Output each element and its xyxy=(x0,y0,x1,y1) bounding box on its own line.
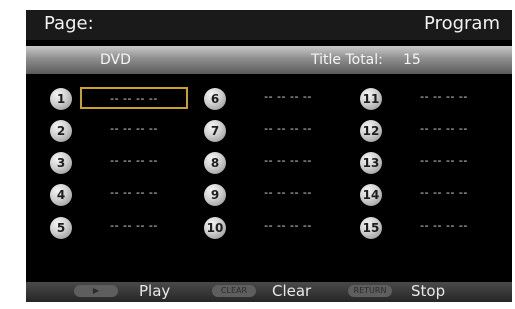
program-slot[interactable]: 11 -- -- -- -- xyxy=(360,87,510,111)
program-slot[interactable]: 2 -- -- -- -- xyxy=(50,119,200,143)
program-slot[interactable]: 1 -- -- -- -- xyxy=(50,87,200,111)
program-slot-grid: 1 -- -- -- -- 2 -- -- -- -- 3 -- -- -- -- 4 -- … xyxy=(26,10,512,302)
slot-value[interactable]: -- -- -- -- xyxy=(390,151,498,173)
slot-value[interactable]: -- -- -- -- xyxy=(390,119,498,141)
slot-value[interactable]: -- -- -- -- xyxy=(390,216,498,238)
program-slot[interactable]: 14 -- -- -- -- xyxy=(360,183,510,207)
program-slot[interactable]: 13 -- -- -- -- xyxy=(360,151,510,175)
slot-number-badge: 15 xyxy=(360,217,382,239)
slot-number-badge: 1 xyxy=(50,88,72,110)
slot-number-badge: 3 xyxy=(50,152,72,174)
slot-number-badge: 14 xyxy=(360,184,382,206)
footer-bar: ▶ Play CLEAR Clear RETURN Stop xyxy=(26,282,512,302)
program-slot[interactable]: 8 -- -- -- -- xyxy=(204,151,354,175)
stop-label: Stop xyxy=(411,282,446,300)
return-key-icon[interactable]: RETURN xyxy=(348,285,392,297)
slot-number-badge: 2 xyxy=(50,120,72,142)
slot-value[interactable]: -- -- -- -- xyxy=(234,216,342,238)
slot-number-badge: 13 xyxy=(360,152,382,174)
slot-number-badge: 6 xyxy=(204,88,226,110)
slot-number-badge: 10 xyxy=(204,217,226,239)
slot-number-badge: 11 xyxy=(360,88,382,110)
slot-value[interactable]: -- -- -- -- xyxy=(390,183,498,205)
slot-value[interactable]: -- -- -- -- xyxy=(80,151,188,173)
clear-key-icon[interactable]: CLEAR xyxy=(212,285,256,297)
slot-value[interactable]: -- -- -- -- xyxy=(234,87,342,109)
slot-value[interactable]: -- -- -- -- xyxy=(80,183,188,205)
slot-number-badge: 12 xyxy=(360,120,382,142)
slot-number-badge: 5 xyxy=(50,217,72,239)
program-slot[interactable]: 5 -- -- -- -- xyxy=(50,216,200,240)
slot-value[interactable]: -- -- -- -- xyxy=(234,119,342,141)
program-slot[interactable]: 6 -- -- -- -- xyxy=(204,87,354,111)
slot-value-selected[interactable]: -- -- -- -- xyxy=(80,87,188,109)
slot-number-badge: 8 xyxy=(204,152,226,174)
program-slot[interactable]: 9 -- -- -- -- xyxy=(204,183,354,207)
program-slot[interactable]: 7 -- -- -- -- xyxy=(204,119,354,143)
program-slot[interactable]: 4 -- -- -- -- xyxy=(50,183,200,207)
program-slot[interactable]: 10 -- -- -- -- xyxy=(204,216,354,240)
slot-value[interactable]: -- -- -- -- xyxy=(390,87,498,109)
slot-number-badge: 4 xyxy=(50,184,72,206)
program-screen: Page: Program DVD Title Total: 15 1 -- --… xyxy=(26,10,512,302)
slot-value[interactable]: -- -- -- -- xyxy=(80,119,188,141)
program-slot[interactable]: 15 -- -- -- -- xyxy=(360,216,510,240)
play-key-icon[interactable]: ▶ xyxy=(74,285,118,297)
program-slot[interactable]: 3 -- -- -- -- xyxy=(50,151,200,175)
play-label: Play xyxy=(139,282,171,300)
slot-value[interactable]: -- -- -- -- xyxy=(80,216,188,238)
slot-value[interactable]: -- -- -- -- xyxy=(234,183,342,205)
clear-label: Clear xyxy=(272,282,312,300)
slot-number-badge: 7 xyxy=(204,120,226,142)
slot-value[interactable]: -- -- -- -- xyxy=(234,151,342,173)
program-slot[interactable]: 12 -- -- -- -- xyxy=(360,119,510,143)
slot-number-badge: 9 xyxy=(204,184,226,206)
